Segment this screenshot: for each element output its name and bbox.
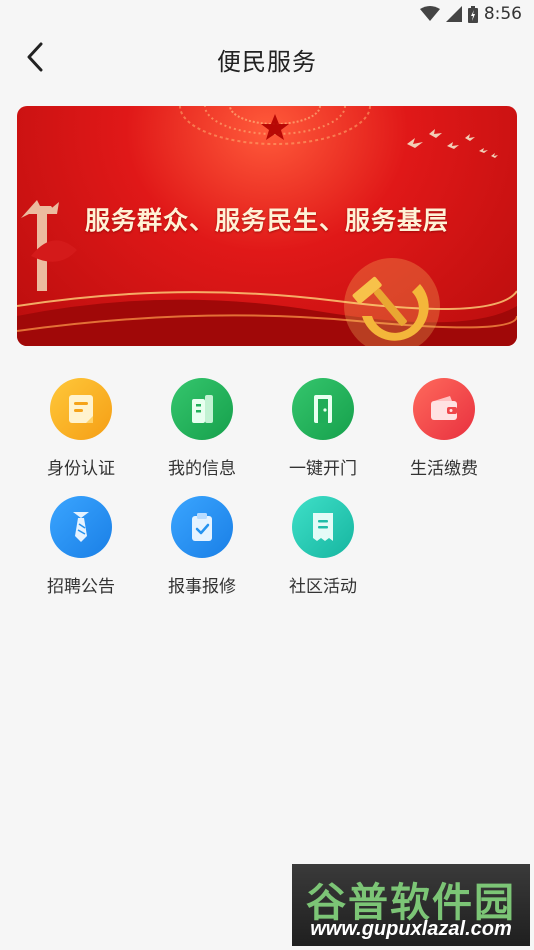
service-one-key-open[interactable]: 一键开门 [263, 378, 383, 488]
tie-icon [50, 496, 112, 558]
banner[interactable]: 服务群众、服务民生、服务基层 [17, 106, 517, 346]
service-community-events[interactable]: 社区活动 [263, 496, 383, 606]
service-recruitment[interactable]: 招聘公告 [21, 496, 141, 606]
wallet-icon [413, 378, 475, 440]
service-label: 身份认证 [47, 459, 115, 479]
clipboard-check-icon [171, 496, 233, 558]
battery-icon [467, 5, 478, 23]
service-label: 报事报修 [168, 577, 236, 597]
building-icon [171, 378, 233, 440]
watermark-url: www.gupuxlazal.com [310, 918, 512, 940]
banner-slogan: 服务群众、服务民生、服务基层 [84, 206, 449, 235]
service-label: 招聘公告 [47, 577, 115, 597]
page-title: 便民服务 [217, 48, 317, 76]
service-label: 生活缴费 [410, 459, 478, 479]
status-icons: 8:56 [419, 4, 522, 24]
id-card-icon [50, 378, 112, 440]
wifi-icon [419, 6, 440, 22]
service-label: 一键开门 [289, 459, 357, 479]
status-bar: 8:56 [0, 0, 534, 30]
signal-icon [445, 6, 462, 22]
header: 便民服务 [0, 30, 534, 88]
service-report-repair[interactable]: 报事报修 [142, 496, 262, 606]
service-label: 我的信息 [168, 459, 236, 479]
watermark-logo: 谷普软件园 www.gupuxlazal.com [292, 864, 530, 946]
service-bill-pay[interactable]: 生活缴费 [384, 378, 504, 488]
service-my-info[interactable]: 我的信息 [142, 378, 262, 488]
service-label: 社区活动 [289, 577, 357, 597]
status-time: 8:56 [483, 4, 522, 24]
receipt-icon [292, 496, 354, 558]
service-identity-auth[interactable]: 身份认证 [21, 378, 141, 488]
door-icon [292, 378, 354, 440]
